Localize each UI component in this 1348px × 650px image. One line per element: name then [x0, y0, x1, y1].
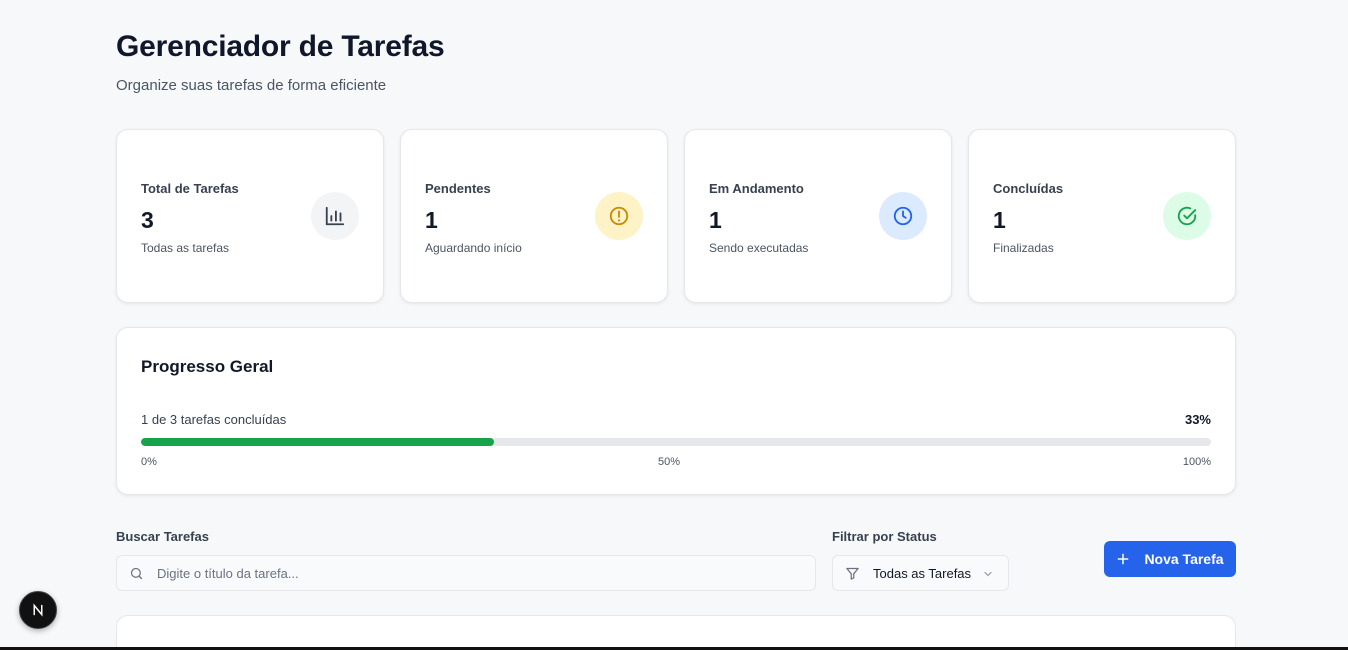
progress-percent: 33%	[1184, 412, 1211, 427]
progress-card: Progresso Geral 1 de 3 tarefas concluída…	[116, 327, 1236, 495]
task-list-card	[116, 615, 1236, 650]
stat-value: 3	[141, 207, 154, 233]
progress-tick-100: 100%	[1182, 456, 1211, 468]
stat-description: Sendo executadas	[709, 241, 809, 255]
progress-tick-50: 50%	[658, 456, 681, 468]
stat-value: 1	[993, 207, 1006, 233]
chevron-down-icon	[984, 571, 992, 577]
check-circle-icon	[1163, 192, 1211, 240]
progress-count: 1 de 3 tarefas concluídas	[141, 412, 287, 427]
search-field[interactable]	[116, 555, 816, 591]
stat-card-pending: Pendentes 1 Aguardando início	[400, 129, 668, 303]
stat-description: Todas as tarefas	[141, 241, 230, 255]
progress-bar-fill	[141, 438, 495, 446]
filter-icon	[846, 567, 859, 580]
stat-card-completed: Concluídas 1 Finalizadas	[968, 129, 1236, 303]
dev-tools-button[interactable]	[19, 591, 57, 629]
stat-description: Aguardando início	[425, 241, 522, 255]
search-label: Buscar Tarefas	[116, 529, 209, 544]
status-filter-select[interactable]: Todas as Tarefas	[832, 555, 1009, 591]
alert-circle-icon	[595, 192, 643, 240]
stat-label: Total de Tarefas	[141, 181, 239, 196]
stat-description: Finalizadas	[993, 241, 1054, 255]
stat-card-in-progress: Em Andamento 1 Sendo executadas	[684, 129, 952, 303]
plus-icon	[1118, 553, 1129, 565]
progress-bar	[141, 438, 1211, 446]
status-filter-value: Todas as Tarefas	[873, 566, 972, 581]
stat-value: 1	[425, 207, 438, 233]
stat-value: 1	[709, 207, 722, 233]
page-subtitle: Organize suas tarefas de forma eficiente	[116, 77, 387, 94]
stat-label: Em Andamento	[709, 181, 804, 196]
stat-label: Pendentes	[425, 181, 491, 196]
page-title: Gerenciador de Tarefas	[116, 30, 445, 63]
nextjs-logo-icon	[33, 603, 43, 617]
progress-tick-0: 0%	[141, 456, 157, 468]
search-input[interactable]	[157, 556, 797, 590]
stat-label: Concluídas	[993, 181, 1064, 196]
status-filter-label: Filtrar por Status	[832, 529, 937, 544]
clock-icon	[879, 192, 927, 240]
new-task-button-label: Nova Tarefa	[1144, 551, 1224, 567]
new-task-button[interactable]: Nova Tarefa	[1104, 541, 1236, 577]
search-icon	[130, 567, 143, 580]
stat-card-total: Total de Tarefas 3 Todas as tarefas	[116, 129, 384, 303]
bar-chart-icon	[311, 192, 359, 240]
progress-title: Progresso Geral	[141, 357, 274, 376]
